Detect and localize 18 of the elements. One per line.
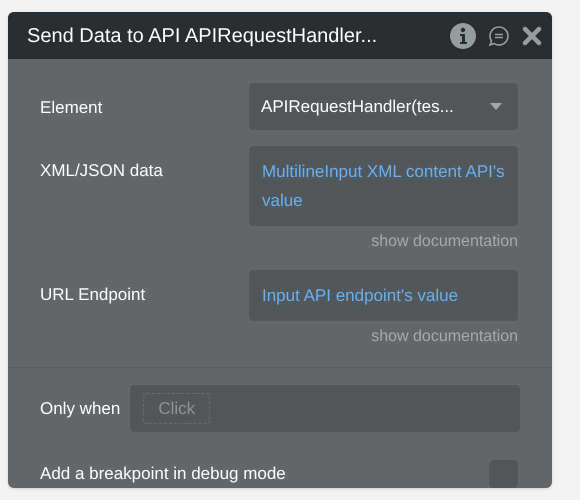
close-icon[interactable] [522, 26, 542, 46]
condition-field[interactable]: Click [130, 385, 520, 432]
documentation-link[interactable]: show documentation [371, 230, 518, 254]
field-label: URL Endpoint [40, 284, 146, 306]
element-dropdown[interactable]: APIRequestHandler(tes... [249, 83, 518, 130]
expression-field[interactable]: Input API endpoint's value [249, 270, 518, 321]
window-title: Send Data to API APIRequestHandler... [27, 24, 378, 48]
info-icon[interactable] [450, 22, 476, 48]
documentation-link[interactable]: show documentation [371, 325, 518, 349]
breakpoint-label: Add a breakpoint in debug mode [40, 463, 286, 486]
click-placeholder[interactable]: Click [143, 392, 210, 424]
field-label: XML/JSON data [40, 160, 163, 182]
field-label: Element [40, 97, 102, 119]
breakpoint-checkbox[interactable] [489, 460, 518, 488]
expression-field[interactable]: MultilineInput XML content API's value [249, 146, 518, 226]
comment-icon[interactable] [488, 24, 510, 46]
condition-label: Only when [40, 398, 120, 420]
caret-icon [490, 103, 502, 110]
